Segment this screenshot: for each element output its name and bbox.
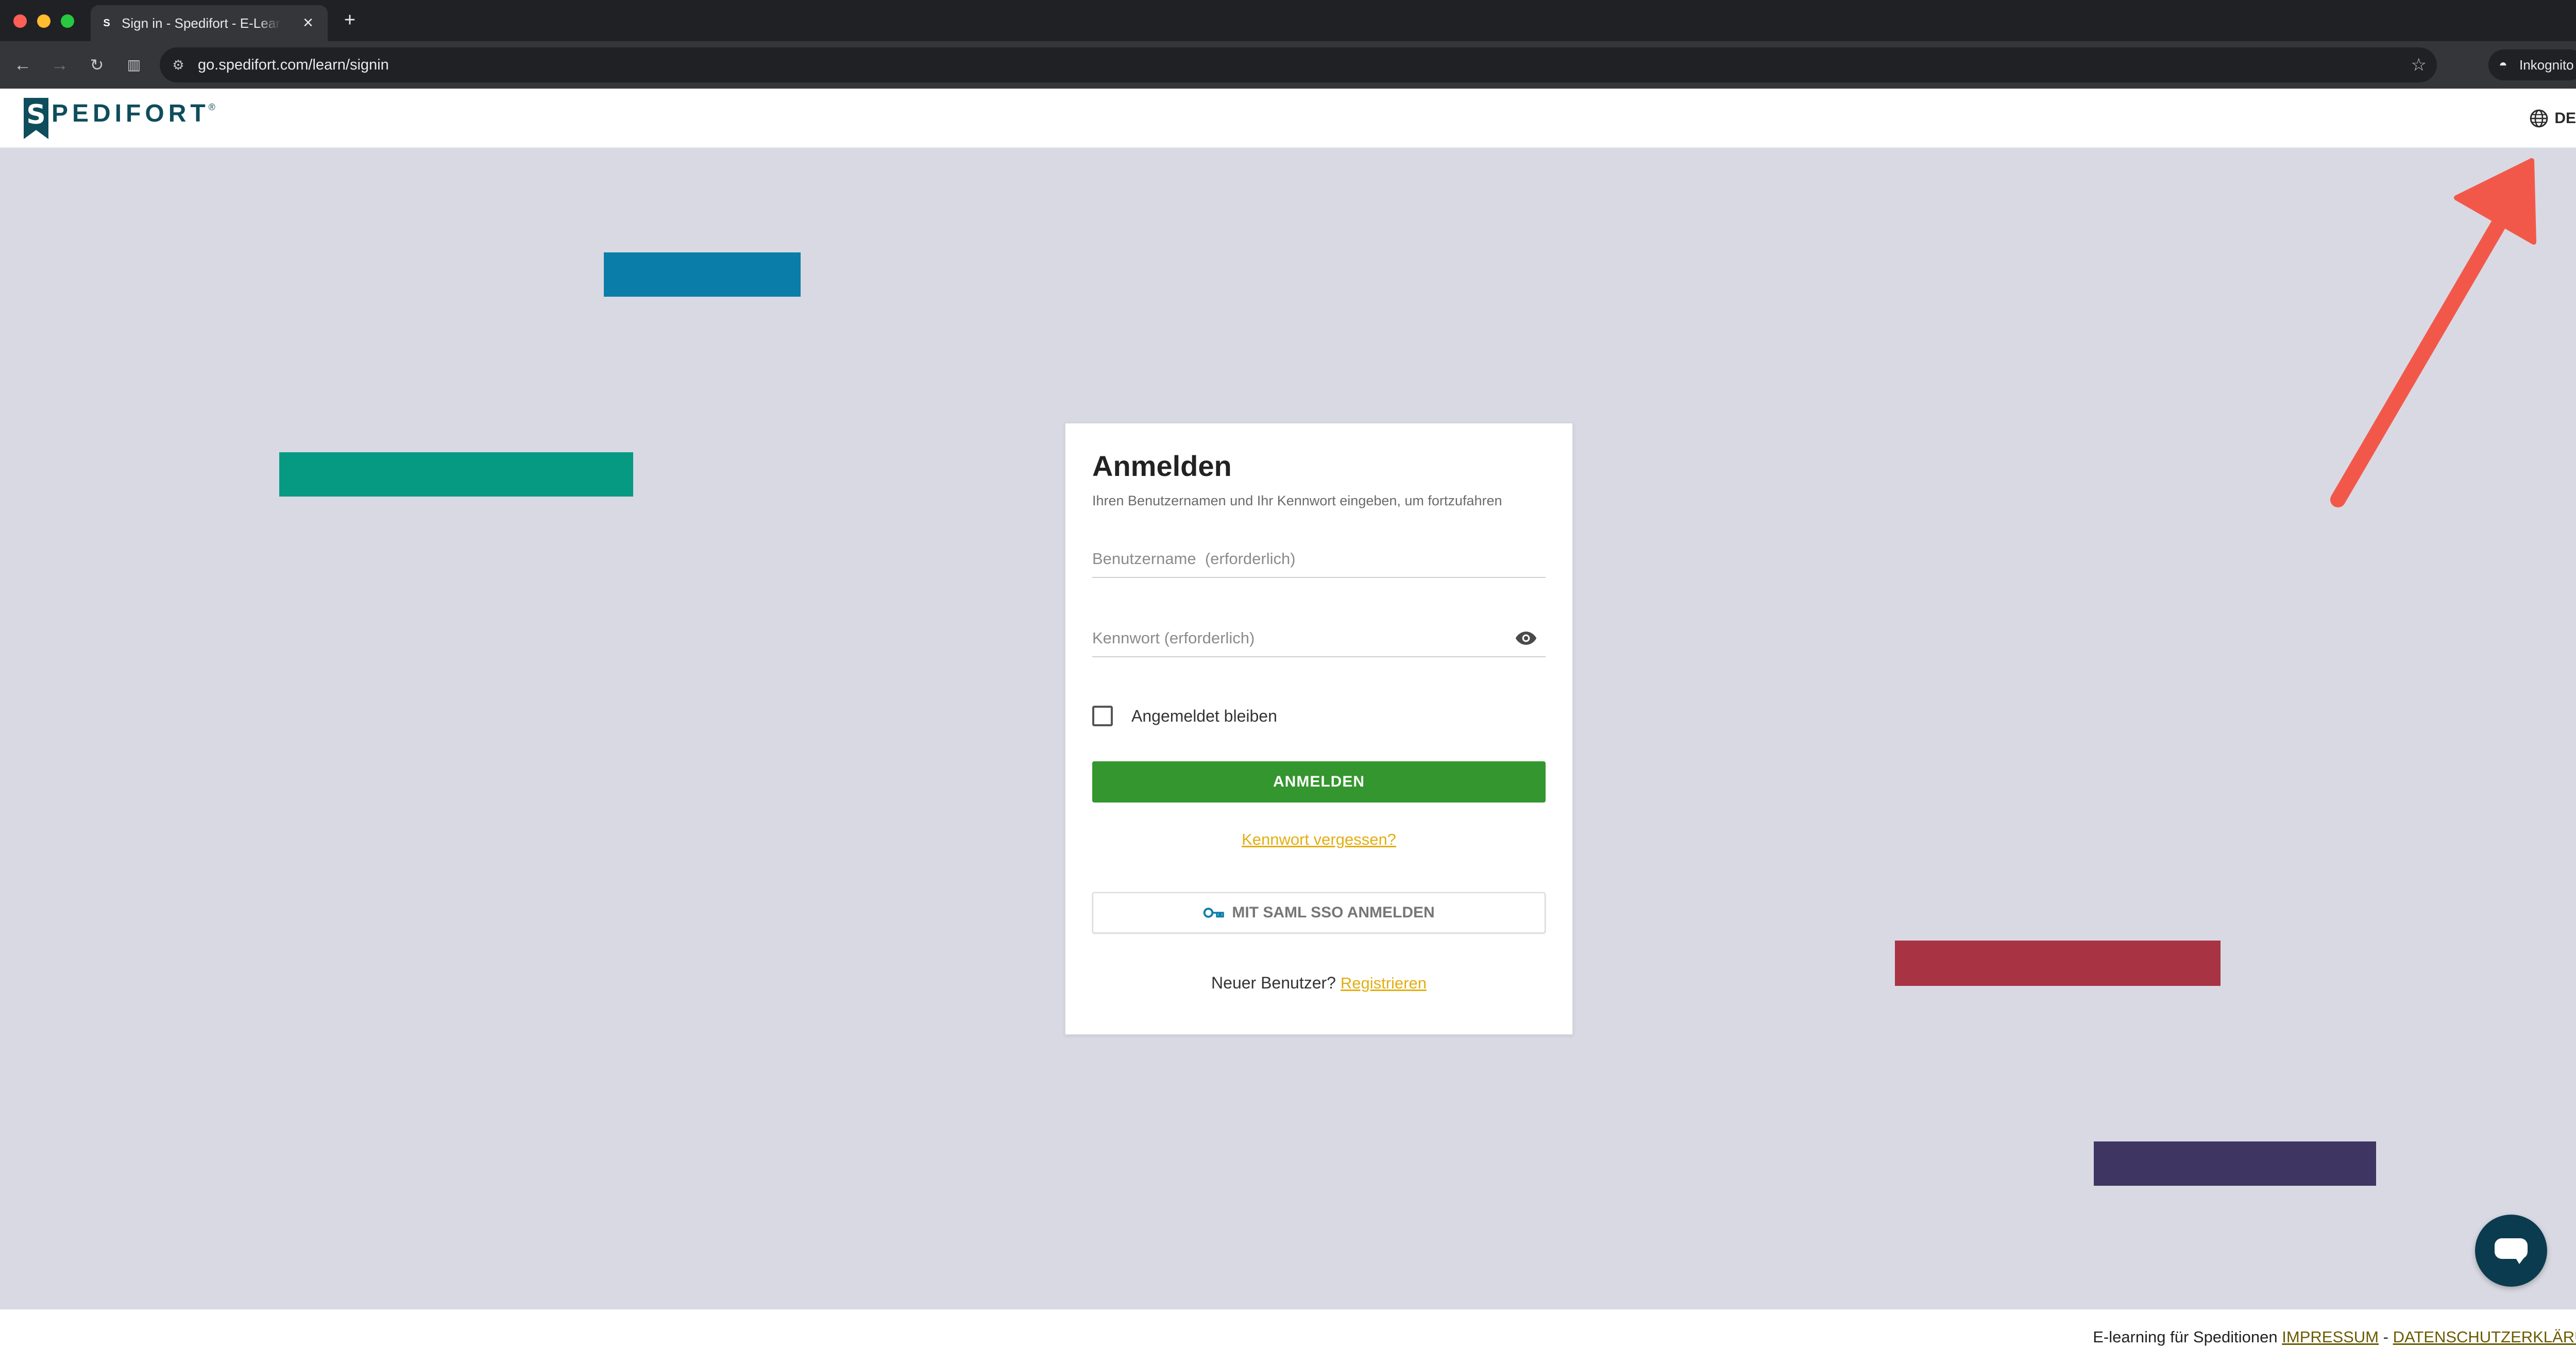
login-card: Anmelden Ihren Benutzernamen und Ihr Ken… (1064, 422, 1573, 1035)
saml-sso-button[interactable]: MIT SAML SSO ANMELDEN (1092, 892, 1546, 933)
url-text: go.spedifort.com/learn/signin (198, 57, 389, 73)
logo-text: PEDIFORT (52, 100, 210, 127)
browser-tab[interactable]: S Sign in - Spedifort - E-Learning × (91, 5, 328, 41)
language-label: DE (2554, 110, 2576, 127)
remember-me-label: Angemeldet bleiben (1131, 706, 1277, 725)
minimize-window-button[interactable] (37, 14, 50, 28)
annotation-arrow (2330, 158, 2536, 507)
chat-icon-tail (2514, 1256, 2526, 1264)
globe-icon (2530, 109, 2548, 128)
language-selector[interactable]: DE (2529, 107, 2576, 130)
decorative-bar-teal (279, 452, 633, 497)
tab-favicon-icon: S (103, 18, 110, 29)
logo-registered-mark: ® (208, 102, 215, 112)
spedifort-logo[interactable]: S PEDIFORT ® (24, 98, 215, 139)
impressum-link[interactable]: IMPRESSUM (2282, 1328, 2379, 1346)
footer-text: E-learning für Speditionen IMPRESSUM - D… (2093, 1327, 2576, 1347)
login-title: Anmelden (1092, 450, 1232, 482)
forgot-password-link[interactable]: Kennwort vergessen? (1242, 830, 1396, 848)
maximize-window-button[interactable] (61, 14, 74, 28)
back-arrow-icon[interactable]: ← (11, 54, 34, 76)
new-user-text: Neuer Benutzer? (1211, 974, 1336, 992)
tab-title: Sign in - Spedifort - E-Learning (122, 15, 281, 31)
forgot-password-row: Kennwort vergessen? (1065, 830, 1572, 849)
browser-tab-bar: S Sign in - Spedifort - E-Learning × + ⌄ (0, 0, 2576, 41)
privacy-policy-link[interactable]: DATENSCHUTZERKLÄRUNG (2393, 1328, 2576, 1346)
saml-sso-label: MIT SAML SSO ANMELDEN (1232, 904, 1435, 921)
tab-close-icon[interactable]: × (298, 12, 318, 33)
site-settings-icon[interactable]: ⚙ (170, 57, 187, 73)
login-button[interactable]: ANMELDEN (1092, 761, 1546, 803)
incognito-icon: ◓ (2499, 57, 2507, 73)
remember-me-row[interactable]: Angemeldet bleiben (1092, 705, 1277, 727)
username-field (1092, 532, 1546, 578)
incognito-label: Inkognito (2519, 57, 2574, 73)
browser-toolbar: ← → ↻ ▥ ⚙ go.spedifort.com/learn/signin … (0, 41, 2576, 89)
forward-arrow-icon[interactable]: → (48, 54, 71, 76)
register-row: Neuer Benutzer? Registrieren (1065, 974, 1572, 993)
decorative-bar-red (1895, 941, 2221, 986)
page-header: S PEDIFORT ® DE (0, 89, 2576, 148)
register-link[interactable]: Registrieren (1341, 974, 1427, 992)
password-field (1092, 611, 1546, 657)
password-input[interactable] (1092, 626, 1504, 650)
footer-tagline: E-learning für Speditionen (2093, 1328, 2278, 1346)
decorative-bar-blue (604, 252, 801, 297)
remember-me-checkbox[interactable] (1092, 706, 1113, 726)
logo-mark: S (24, 98, 48, 139)
chat-launcher-button[interactable] (2475, 1215, 2547, 1287)
decorative-bar-purple (2094, 1141, 2376, 1186)
reload-icon[interactable]: ↻ (86, 54, 108, 76)
close-window-button[interactable] (13, 14, 27, 28)
address-bar[interactable]: ⚙ go.spedifort.com/learn/signin ☆ (160, 47, 2437, 82)
incognito-indicator[interactable]: ◓ Inkognito (2488, 49, 2576, 80)
key-icon (1204, 908, 1225, 918)
login-subtitle: Ihren Benutzernamen und Ihr Kennwort ein… (1092, 493, 1502, 508)
split-view-icon[interactable]: ▥ (123, 54, 145, 76)
eye-icon[interactable] (1515, 630, 1537, 646)
new-tab-icon[interactable]: + (338, 8, 362, 32)
bookmark-star-icon[interactable]: ☆ (2411, 56, 2427, 74)
footer-separator: - (2383, 1328, 2388, 1346)
username-input[interactable] (1092, 547, 1504, 571)
page-footer: E-learning für Speditionen IMPRESSUM - D… (0, 1309, 2576, 1365)
